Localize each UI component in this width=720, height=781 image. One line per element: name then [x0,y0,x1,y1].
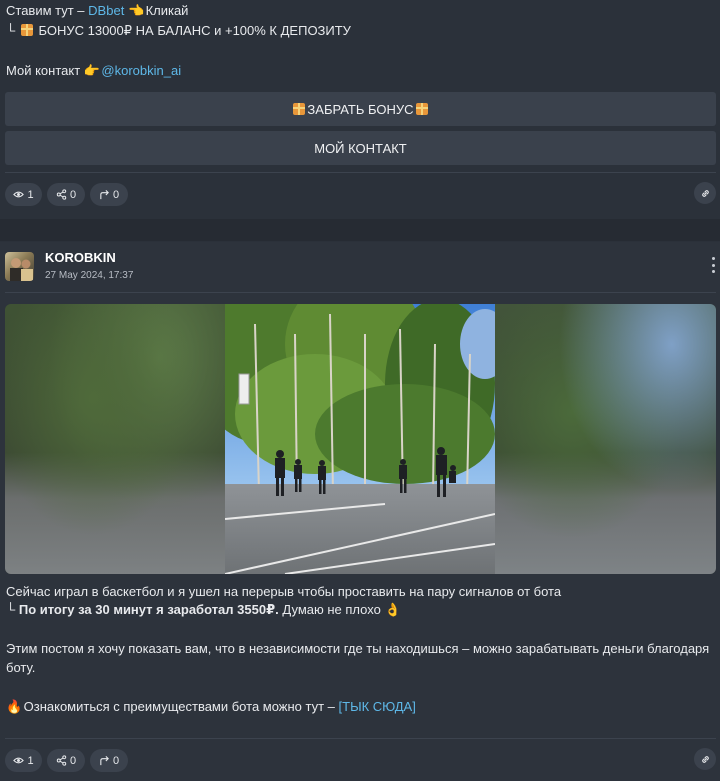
share-icon [56,755,67,766]
post1-line2: └ БОНУС 13000₽ НА БАЛАНС и +100% К ДЕПОЗ… [6,22,351,40]
shares-count: 0 [69,754,77,767]
forward-button[interactable]: 0 [90,749,128,772]
forward-icon [100,755,109,766]
contact-prefix: Мой контакт [6,63,81,78]
gift-icon [293,103,306,115]
views-count: 1 [27,188,34,201]
divider [5,292,716,293]
forwards-count: 0 [112,188,120,201]
forward-icon [100,189,109,200]
share-icon [56,189,67,200]
pointing-hand-icon: 👈 [127,3,145,18]
post2-text4-prefix: Ознакомиться с преимуществами бота можно… [23,699,335,714]
views-count: 1 [27,754,34,767]
link-icon [701,755,709,763]
claim-bonus-button[interactable]: ЗАБРАТЬ БОНУС [5,92,716,126]
post-gap [0,219,720,241]
post2-text1: Сейчас играл в баскетбол и я ушел на пер… [6,583,561,601]
contact-handle-link[interactable]: @korobkin_ai [101,63,181,78]
avatar[interactable] [5,252,34,281]
share-button[interactable]: 0 [47,183,85,206]
claim-bonus-label: ЗАБРАТЬ БОНУС [307,101,414,117]
dbbet-link[interactable]: DBbet [88,3,124,18]
copy-link-button[interactable] [694,748,716,770]
tyk-syuda-link[interactable]: [ТЫК СЮДА] [339,699,416,714]
views-counter[interactable]: 1 [5,749,42,772]
shares-count: 0 [69,188,77,201]
earnings-text: По итогу за 30 минут я заработал 3550₽. [18,602,279,617]
forward-button[interactable]: 0 [90,183,128,206]
basketball-photo [225,304,495,574]
divider [5,738,716,739]
avatar-image [10,258,33,281]
more-vertical-icon[interactable] [710,257,716,273]
post2-text3b: боту. [6,659,35,677]
post2-text3a: Этим постом я хочу показать вам, что в н… [6,640,709,658]
post-photo[interactable] [5,304,716,574]
eye-icon [13,757,25,764]
share-button[interactable]: 0 [47,749,85,772]
eye-icon [13,191,25,198]
link-icon [701,189,709,197]
post2-text3-line2: боту. [6,660,36,675]
post1-line1-suffix: Кликай [145,3,189,18]
gift-icon [415,103,428,115]
ok-hand-icon: 👌 [384,602,401,617]
fire-icon: 🔥 [6,699,23,714]
post1-line2-prefix: └ [6,23,16,38]
post2-text1-content: Сейчас играл в баскетбол и я ушел на пер… [6,584,562,599]
pointing-hand-icon: 👉 [83,63,100,78]
post2-text2-rest: Думаю не плохо [282,602,381,617]
copy-link-button[interactable] [694,182,716,204]
post1-line1: Ставим тут – DBbet 👈 Кликай [6,2,188,20]
post2-text3-line1: Этим постом я хочу показать вам, что в н… [6,641,710,656]
post1-contact-line: Мой контакт 👉 @korobkin_ai [6,62,181,80]
post-date: 27 May 2024, 17:37 [45,270,134,281]
photo-blur-right [495,304,716,574]
bonus-text: БОНУС 13000₽ НА БАЛАНС и +100% К ДЕПОЗИТ… [38,23,351,38]
my-contact-button[interactable]: МОЙ КОНТАКТ [5,131,716,165]
gift-icon [20,24,33,36]
post1-line1-prefix: Ставим тут – [6,3,85,18]
my-contact-label: МОЙ КОНТАКТ [314,140,407,156]
post2-text4: 🔥 Ознакомиться с преимуществами бота мож… [6,698,416,716]
forwards-count: 0 [112,754,120,767]
divider [5,172,716,173]
author-name[interactable]: KOROBKIN [45,250,116,265]
post2-text2: └ По итогу за 30 минут я заработал 3550₽… [6,601,401,619]
views-counter[interactable]: 1 [5,183,42,206]
photo-blur-left [5,304,225,574]
post2-text2-prefix: └ [6,602,16,617]
